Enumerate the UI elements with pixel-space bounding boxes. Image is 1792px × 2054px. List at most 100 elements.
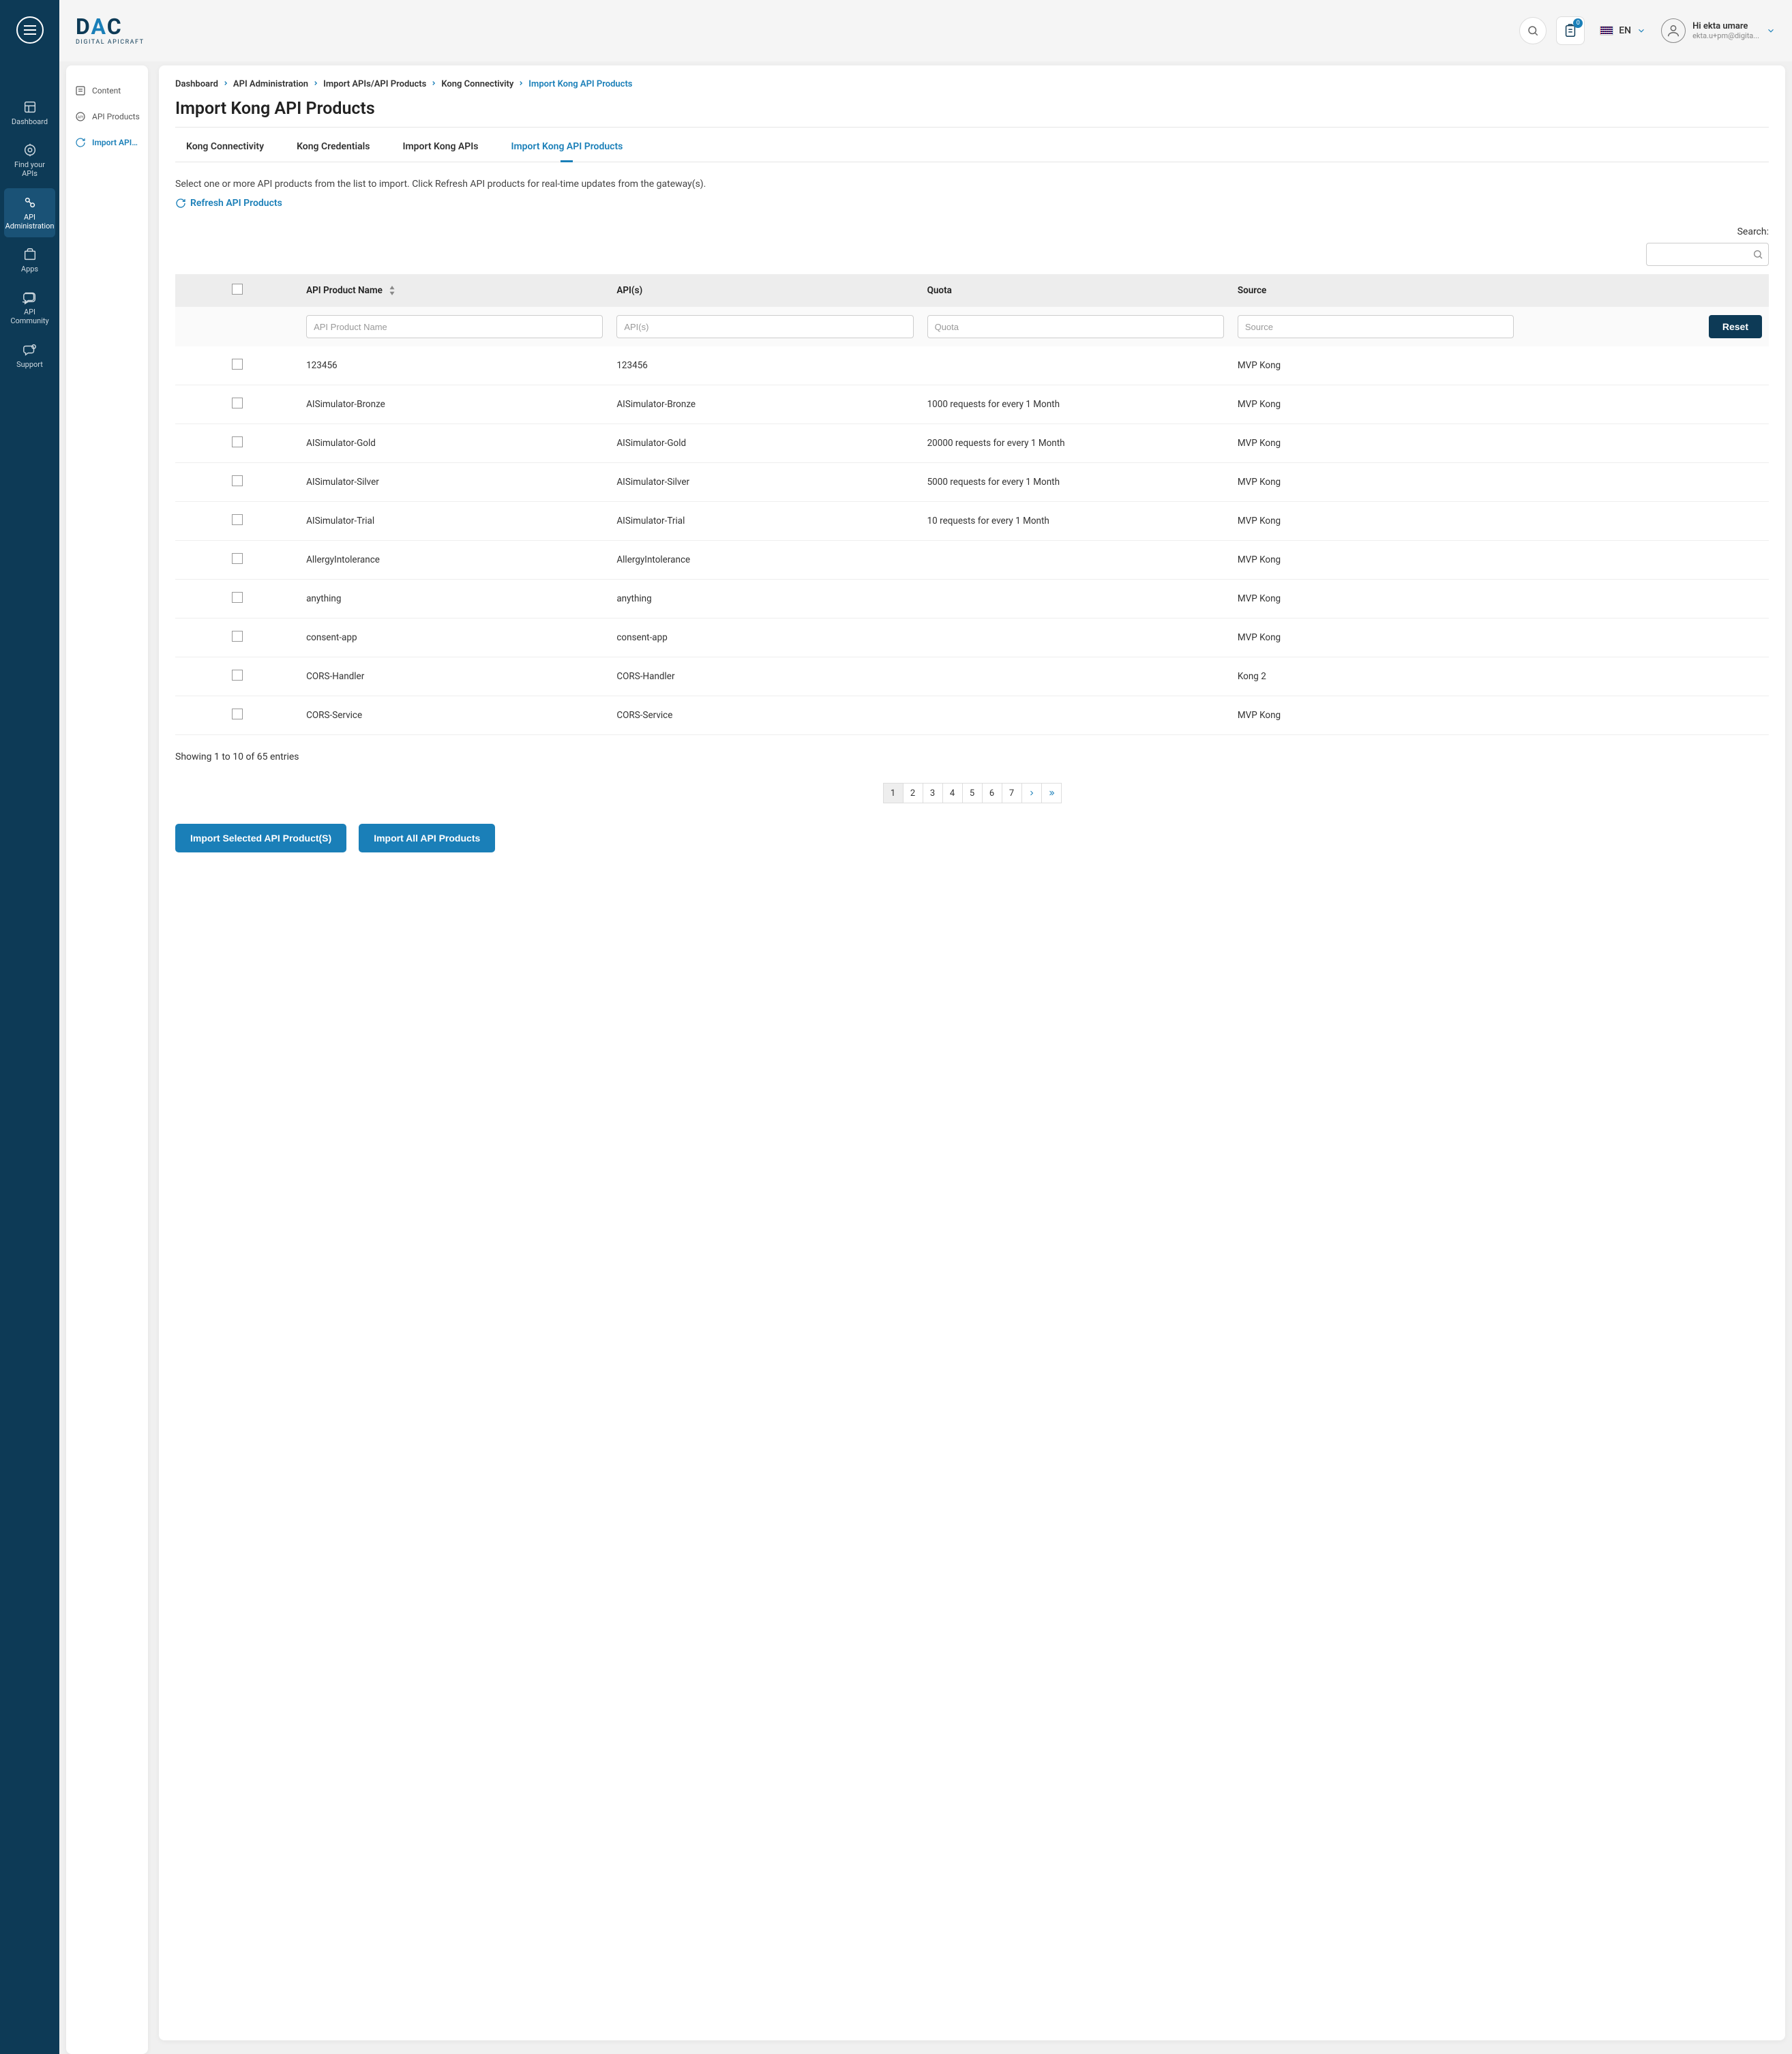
import-selected-button[interactable]: Import Selected API Product(S) <box>175 824 346 852</box>
page-button-4[interactable]: 4 <box>942 783 963 803</box>
row-checkbox[interactable] <box>232 514 243 525</box>
header-search-button[interactable] <box>1519 17 1547 44</box>
column-header-name[interactable]: API Product Name <box>299 274 610 307</box>
primary-sidebar: DashboardFind your APIsAPI Administratio… <box>0 0 59 2054</box>
page-button-1[interactable]: 1 <box>883 783 904 803</box>
sidebar-item-label: Apps <box>21 265 38 273</box>
tab-kong-connectivity[interactable]: Kong Connectivity <box>186 141 264 162</box>
tab-kong-credentials[interactable]: Kong Credentials <box>297 141 370 162</box>
search-icon <box>1752 249 1763 260</box>
cell-source: MVP Kong <box>1231 463 1769 502</box>
cell-name: 123456 <box>299 346 610 385</box>
breadcrumb-item[interactable]: Import APIs/API Products <box>323 79 426 89</box>
sidebar-item-api-administration[interactable]: API Administration <box>4 188 55 237</box>
refresh-label: Refresh API Products <box>190 198 282 209</box>
filter-input-apis[interactable] <box>616 315 913 338</box>
cell-source: MVP Kong <box>1231 580 1769 619</box>
cell-source: Kong 2 <box>1231 657 1769 696</box>
page-button-5[interactable]: 5 <box>962 783 983 803</box>
search-input[interactable] <box>1646 243 1769 266</box>
row-checkbox[interactable] <box>232 709 243 719</box>
import-all-button[interactable]: Import All API Products <box>359 824 495 852</box>
filter-input-quota[interactable] <box>927 315 1224 338</box>
secondary-nav-item[interactable]: APIAPI Products <box>72 104 143 130</box>
breadcrumb-item[interactable]: Kong Connectivity <box>441 79 513 89</box>
hamburger-menu-button[interactable] <box>16 16 44 44</box>
sidebar-item-find-your-apis[interactable]: Find your APIs <box>4 136 55 185</box>
language-selector[interactable]: EN <box>1594 25 1652 36</box>
user-menu[interactable]: Hi ekta umare ekta.u+pm@digita... <box>1661 18 1776 43</box>
chevron-right-icon <box>312 79 319 89</box>
cell-quota <box>921 346 1231 385</box>
sidebar-item-api-community[interactable]: API Community <box>4 283 55 332</box>
row-checkbox[interactable] <box>232 553 243 564</box>
cell-source: MVP Kong <box>1231 424 1769 463</box>
row-checkbox[interactable] <box>232 475 243 486</box>
filter-input-name[interactable] <box>306 315 603 338</box>
avatar <box>1661 18 1686 43</box>
column-header-source[interactable]: Source <box>1231 274 1521 307</box>
cell-name: AISimulator-Gold <box>299 424 610 463</box>
page-last-button[interactable] <box>1041 783 1062 803</box>
reset-button[interactable]: Reset <box>1709 315 1762 338</box>
table-row: AISimulator-BronzeAISimulator-Bronze1000… <box>175 385 1769 424</box>
select-all-checkbox[interactable] <box>232 284 243 295</box>
table-row: AISimulator-GoldAISimulator-Gold20000 re… <box>175 424 1769 463</box>
tab-import-kong-api-products[interactable]: Import Kong API Products <box>511 141 623 162</box>
page-next-button[interactable] <box>1021 783 1042 803</box>
table-row: 123456123456MVP Kong <box>175 346 1769 385</box>
row-checkbox[interactable] <box>232 670 243 681</box>
cell-quota: 1000 requests for every 1 Month <box>921 385 1231 424</box>
row-checkbox[interactable] <box>232 436 243 447</box>
column-header-quota[interactable]: Quota <box>921 274 1231 307</box>
refresh-api-products-link[interactable]: Refresh API Products <box>175 198 282 209</box>
chevron-double-right-icon <box>1047 789 1056 797</box>
cell-quota: 20000 requests for every 1 Month <box>921 424 1231 463</box>
secondary-nav-item[interactable]: Content <box>72 78 143 104</box>
logo[interactable]: DAC DIGITAL APICRAFT <box>76 16 144 46</box>
language-label: EN <box>1619 25 1631 36</box>
chevron-down-icon <box>1766 26 1776 35</box>
chevron-down-icon <box>1637 26 1646 35</box>
filter-input-source[interactable] <box>1238 315 1514 338</box>
page-button-7[interactable]: 7 <box>1002 783 1022 803</box>
cell-name: AISimulator-Trial <box>299 502 610 541</box>
page-button-2[interactable]: 2 <box>903 783 923 803</box>
sidebar-item-dashboard[interactable]: Dashboard <box>4 93 55 133</box>
tab-import-kong-apis[interactable]: Import Kong APIs <box>402 141 478 162</box>
user-icon <box>1666 23 1681 38</box>
table-row: AISimulator-SilverAISimulator-Silver5000… <box>175 463 1769 502</box>
breadcrumb-item[interactable]: Dashboard <box>175 79 218 89</box>
cart-button[interactable]: 0 <box>1556 16 1585 45</box>
page-button-3[interactable]: 3 <box>923 783 943 803</box>
page-button-6[interactable]: 6 <box>982 783 1002 803</box>
row-checkbox[interactable] <box>232 592 243 603</box>
cell-name: AISimulator-Silver <box>299 463 610 502</box>
sidebar-item-apps[interactable]: Apps <box>4 240 55 280</box>
secondary-nav-item[interactable]: Import APIs / ... <box>72 130 143 155</box>
cell-name: CORS-Service <box>299 696 610 735</box>
cell-name: consent-app <box>299 619 610 657</box>
table-row: AISimulator-TrialAISimulator-Trial10 req… <box>175 502 1769 541</box>
cart-badge: 0 <box>1573 18 1583 28</box>
row-checkbox[interactable] <box>232 398 243 408</box>
row-checkbox[interactable] <box>232 631 243 642</box>
cell-source: MVP Kong <box>1231 541 1769 580</box>
sidebar-item-support[interactable]: Support <box>4 336 55 376</box>
table-row: anythinganything MVP Kong <box>175 580 1769 619</box>
cell-source: MVP Kong <box>1231 619 1769 657</box>
cell-source: MVP Kong <box>1231 385 1769 424</box>
breadcrumb-item: Import Kong API Products <box>528 79 632 89</box>
cell-apis: AISimulator-Gold <box>610 424 920 463</box>
chevron-right-icon <box>1028 789 1036 797</box>
row-checkbox[interactable] <box>232 359 243 370</box>
cell-quota: 10 requests for every 1 Month <box>921 502 1231 541</box>
tabs: Kong Connectivity Kong Credentials Import … <box>175 128 1769 162</box>
cell-apis: AISimulator-Bronze <box>610 385 920 424</box>
column-header-apis[interactable]: API(s) <box>610 274 920 307</box>
cell-name: anything <box>299 580 610 619</box>
cell-apis: AISimulator-Trial <box>610 502 920 541</box>
sort-icon <box>389 286 395 295</box>
breadcrumb-item[interactable]: API Administration <box>233 79 308 89</box>
cell-apis: anything <box>610 580 920 619</box>
